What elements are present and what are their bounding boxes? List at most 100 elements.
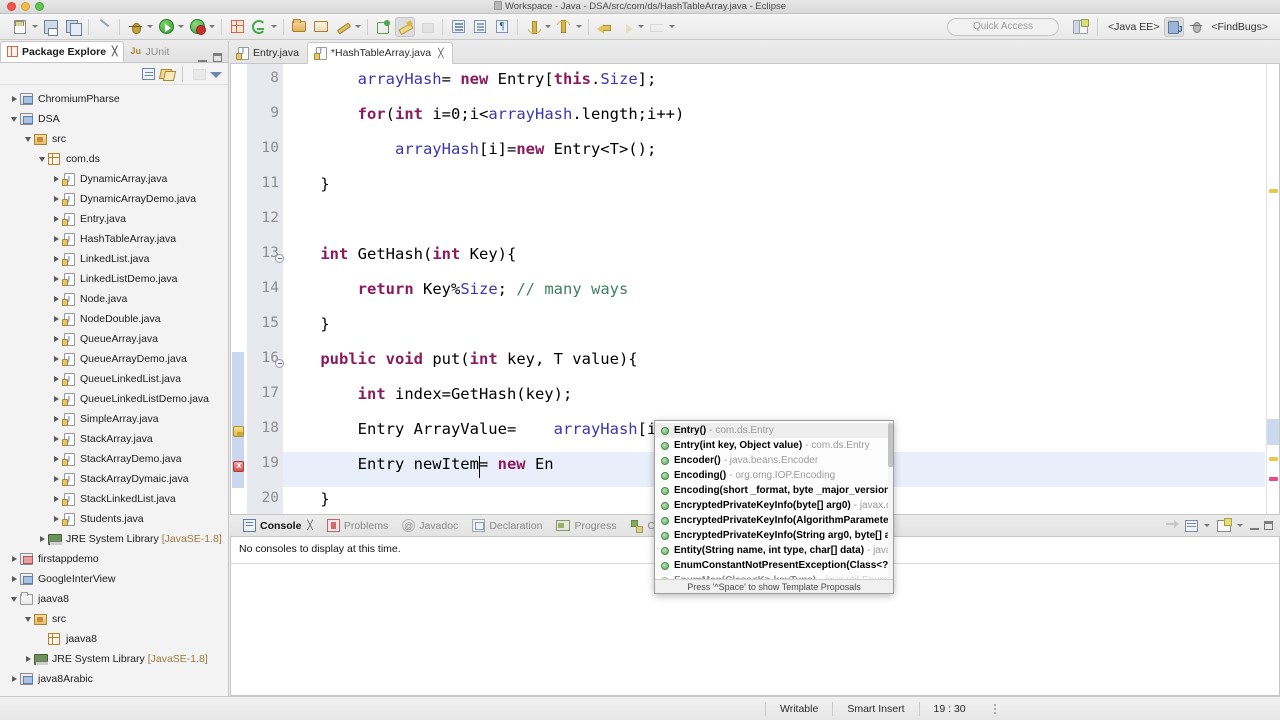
tree-twisty-icon[interactable] [8,576,20,582]
code-line[interactable]: Entry newItem= new En [283,455,554,473]
tree-item[interactable]: NodeDouble.java [0,309,228,329]
next-annotation-button[interactable] [523,17,543,37]
tree-twisty-icon[interactable] [8,676,20,682]
content-assist-item[interactable]: Encoder() - java.beans.Encoder [655,453,893,468]
open-perspective-button[interactable] [1070,17,1090,37]
content-assist-item[interactable]: EnumConstantNotPresentException(Class<? … [655,558,893,573]
tree-item[interactable]: Entry.java [0,209,228,229]
close-icon[interactable]: ╳ [438,48,443,59]
run-button[interactable] [156,17,176,37]
code-line[interactable]: arrayHash= new Entry[this.Size]; [283,70,657,88]
code-line[interactable]: } [283,315,329,333]
overview-visible-range[interactable] [1267,419,1279,445]
tree-item[interactable]: JRE System Library [JavaSE-1.8] [0,649,228,669]
content-assist-item[interactable]: Encoding() - org.omg.IOP.Encoding [655,468,893,483]
tree-twisty-icon[interactable] [50,176,62,182]
package-explorer-button[interactable] [373,17,393,37]
collapse-all-icon[interactable] [142,67,155,80]
tree-item[interactable]: jaava8 [0,589,228,609]
quick-access-input[interactable]: Quick Access [947,17,1059,36]
tree-twisty-icon[interactable] [50,216,62,222]
tree-item[interactable]: JRE System Library [JavaSE-1.8] [0,529,228,549]
tree-twisty-icon[interactable] [50,316,62,322]
close-icon[interactable]: ╳ [307,520,312,531]
content-assist-item[interactable]: Entity(String name, int type, char[] dat… [655,543,893,558]
close-icon[interactable]: ╳ [112,46,117,57]
perspective-findbugs[interactable]: <FindBugs> [1207,16,1272,38]
tab-hashtablearray-java[interactable]: *HashTableArray.java ╳ [306,42,453,64]
build-button[interactable] [333,17,353,37]
code-line[interactable]: int index=GetHash(key); [283,385,573,403]
pilcrow-button[interactable]: ¶ [492,17,512,37]
warning-marker-icon[interactable] [233,426,244,437]
run-dropdown-icon[interactable] [178,25,184,28]
tree-twisty-icon[interactable] [50,236,62,242]
tree-item[interactable]: src [0,129,228,149]
tree-item[interactable]: StackArrayDymaic.java [0,469,228,489]
content-assist-item[interactable]: Entry() - com.ds.Entry [655,423,893,438]
code-line[interactable]: } [283,490,329,508]
new-wizard-button[interactable] [10,17,30,37]
tab-javadoc[interactable]: @ Javadoc [395,515,465,536]
open-type-button[interactable] [311,17,331,37]
minimize-icon[interactable] [1250,521,1259,530]
tree-item[interactable]: src [0,609,228,629]
tab-progress[interactable]: Progress [549,515,623,536]
overview-warning-marker[interactable] [1269,189,1278,193]
content-assist-item[interactable]: EncryptedPrivateKeyInfo(byte[] arg0) - ja… [655,498,893,513]
annotation-column[interactable] [231,64,247,514]
tree-item[interactable]: StackLinkedList.java [0,489,228,509]
new-package-button[interactable] [227,17,247,37]
tab-console[interactable]: Console ╳ [236,515,320,536]
view-menu-icon[interactable] [210,68,222,80]
tree-item[interactable]: GoogleInterView [0,569,228,589]
pen-button[interactable] [94,17,114,37]
tree-twisty-icon[interactable] [50,396,62,402]
content-assist-list[interactable]: Entry() - com.ds.Entry Entry(int key, Obje… [655,423,893,579]
perspective-findbugs-button[interactable] [1186,17,1206,37]
overview-error-marker[interactable] [1269,477,1278,481]
tab-problems[interactable]: Problems [320,515,395,536]
tree-item[interactable]: firstappdemo [0,549,228,569]
git-button[interactable] [249,17,269,37]
tree-item[interactable]: SimpleArray.java [0,409,228,429]
content-assist-item[interactable]: Encoding(short _format, byte _major_vers… [655,483,893,498]
tree-item[interactable]: StackArrayDemo.java [0,449,228,469]
code-line[interactable]: } [283,175,329,193]
tree-item[interactable]: DynamicArray.java [0,169,228,189]
tree-twisty-icon[interactable] [50,436,62,442]
debug-button[interactable] [125,17,145,37]
tree-item[interactable]: ChromiumPharse [0,89,228,109]
tree-twisty-icon[interactable] [8,596,20,602]
perspective-java-button[interactable] [1164,16,1185,37]
overview-ruler[interactable] [1266,64,1279,514]
forward-button[interactable] [616,17,636,37]
run-coverage-button[interactable] [187,17,207,37]
tree-item[interactable]: HashTableArray.java [0,229,228,249]
scrollbar-thumb[interactable] [888,423,893,467]
open-console-icon[interactable] [1217,517,1232,532]
tab-entry-java[interactable]: Entry.java [230,42,307,64]
tree-twisty-icon[interactable] [50,416,62,422]
tree-twisty-icon[interactable] [8,96,20,102]
overview-warning-marker[interactable] [1269,457,1278,461]
tree-item[interactable]: jaava8 [0,629,228,649]
content-assist-item[interactable]: EncryptedPrivateKeyInfo(AlgorithmParamet… [655,513,893,528]
code-line[interactable]: int GetHash(int Key){ [283,245,516,263]
document-button[interactable] [470,17,490,37]
next-edit-button[interactable] [647,17,667,37]
tree-item[interactable]: QueueLinkedList.java [0,369,228,389]
error-marker-icon[interactable] [233,460,244,472]
content-assist-item[interactable]: EncryptedPrivateKeyInfo(String arg0, byt… [655,528,893,543]
build-dropdown-icon[interactable] [355,25,361,28]
tree-item[interactable]: QueueArrayDemo.java [0,349,228,369]
tree-twisty-icon[interactable] [50,516,62,522]
maximize-icon[interactable] [1264,521,1273,530]
save-button[interactable] [41,17,61,37]
code-line[interactable]: for(int i=0;i<arrayHash.length;i++) [283,105,685,123]
new-wizard-dropdown-icon[interactable] [32,25,38,28]
code-line[interactable]: arrayHash[i]=new Entry<T>(); [283,140,656,158]
highlight-button[interactable] [395,16,415,37]
tree-item[interactable]: DynamicArrayDemo.java [0,189,228,209]
open-folder-button[interactable] [289,17,309,37]
